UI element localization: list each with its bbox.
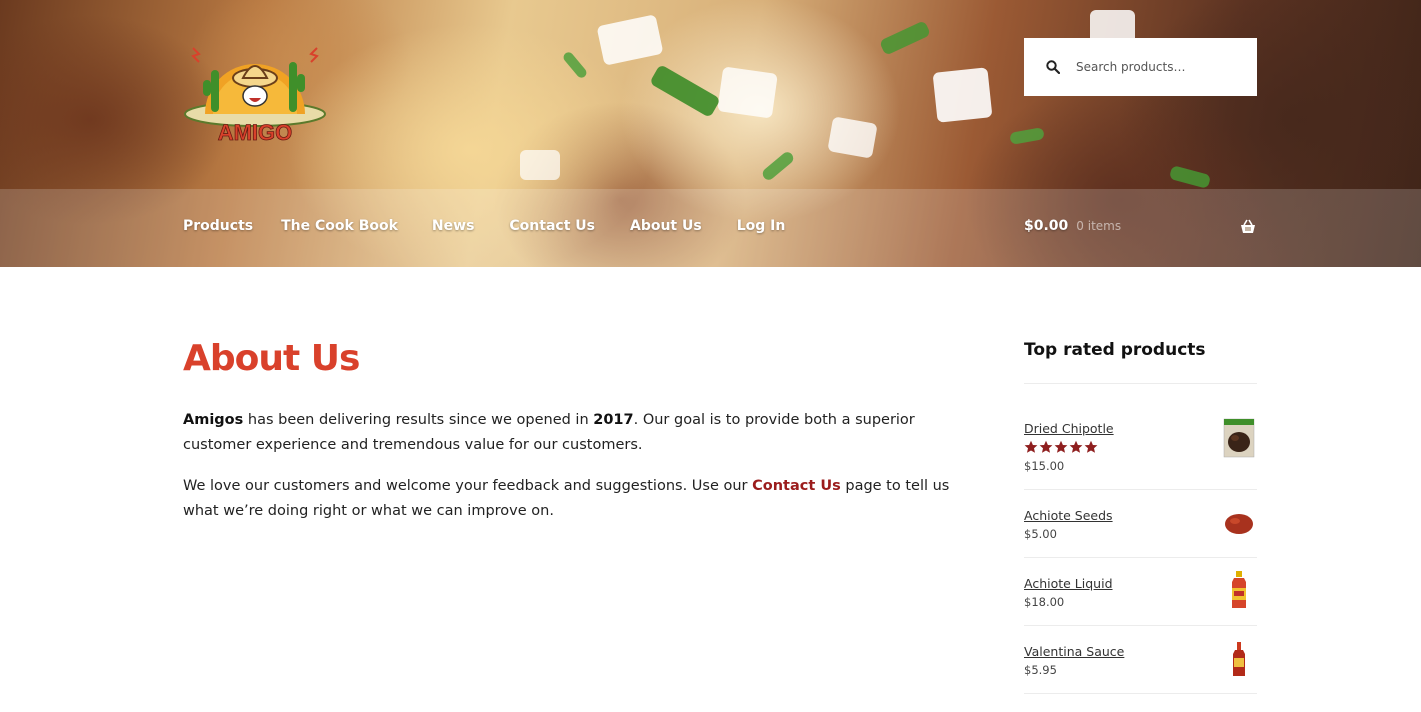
widget-title: Top rated products xyxy=(1024,340,1257,384)
top-rated-products-list: Dried Chipotle $15.00 Achiote Seeds $5.0… xyxy=(1024,384,1257,694)
founding-year: 2017 xyxy=(593,412,634,428)
brand-name: Amigos xyxy=(183,412,244,428)
cart-amount: $0.00 xyxy=(1024,218,1069,234)
nav-item-log-in[interactable]: Log In xyxy=(737,218,786,234)
main-navigation: Products The Cook Book News Contact Us A… xyxy=(183,218,820,234)
star-icon xyxy=(1069,440,1083,453)
nav-item-contact-us[interactable]: Contact Us xyxy=(509,218,595,234)
star-icon xyxy=(1084,440,1098,453)
star-icon xyxy=(1024,440,1038,453)
product-thumbnail[interactable] xyxy=(1223,640,1255,680)
intro-paragraph: Amigos has been delivering results since… xyxy=(183,408,963,458)
nav-item-news[interactable]: News xyxy=(432,218,474,234)
nav-item-products[interactable]: Products xyxy=(183,218,253,234)
product-item-dried-chipotle: Dried Chipotle $15.00 xyxy=(1024,384,1257,490)
product-thumbnail[interactable] xyxy=(1223,418,1255,458)
product-item-valentina-sauce: Valentina Sauce $5.95 xyxy=(1024,626,1257,694)
feedback-text-1: We love our customers and welcome your f… xyxy=(183,478,753,494)
product-search xyxy=(1024,38,1257,96)
cart-item-count: 0 items xyxy=(1076,219,1122,233)
sidebar: Top rated products Dried Chipotle $15.00… xyxy=(1024,340,1257,694)
product-item-achiote-liquid: Achiote Liquid $18.00 xyxy=(1024,558,1257,626)
contact-us-link[interactable]: Contact Us xyxy=(752,478,841,494)
mini-cart[interactable]: $0.00 0 items xyxy=(1024,218,1257,234)
site-logo[interactable]: AMIGO xyxy=(183,40,327,146)
product-thumbnail[interactable] xyxy=(1223,570,1255,610)
nav-item-cook-book[interactable]: The Cook Book xyxy=(281,218,398,234)
product-thumbnail[interactable] xyxy=(1223,504,1255,544)
star-icon xyxy=(1039,440,1053,453)
svg-text:AMIGO: AMIGO xyxy=(218,120,293,145)
search-input[interactable] xyxy=(1076,60,1246,74)
page-content: Amigos has been delivering results since… xyxy=(183,408,963,540)
product-item-achiote-seeds: Achiote Seeds $5.00 xyxy=(1024,490,1257,558)
search-icon[interactable] xyxy=(1046,60,1060,74)
page-title: About Us xyxy=(183,338,360,379)
nav-item-about-us[interactable]: About Us xyxy=(630,218,702,234)
star-icon xyxy=(1054,440,1068,453)
intro-text-1: has been delivering results since we ope… xyxy=(243,412,594,428)
feedback-paragraph: We love our customers and welcome your f… xyxy=(183,474,963,524)
basket-icon xyxy=(1241,219,1255,233)
product-price: $15.00 xyxy=(1024,459,1065,473)
